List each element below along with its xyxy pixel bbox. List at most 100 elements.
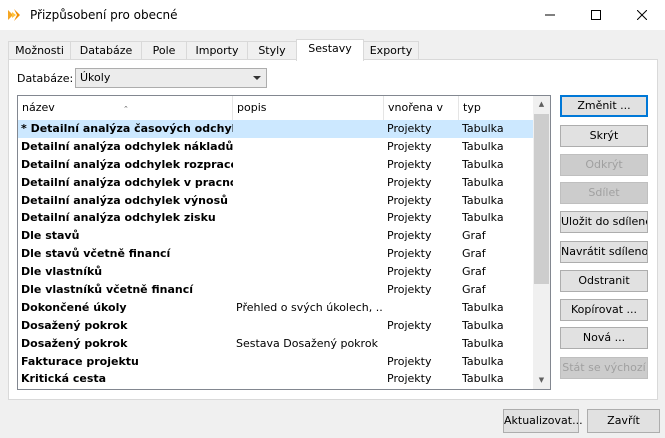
tab-databaze[interactable]: Databáze xyxy=(70,41,142,60)
reports-list[interactable]: název ⌃ popis vnořena v typ * Detailní a… xyxy=(17,95,551,390)
list-item[interactable]: Dle stavů Projekty Graf xyxy=(18,227,534,245)
app-logo-icon xyxy=(8,9,20,21)
database-select-value: Úkoly xyxy=(80,71,111,84)
report-type: Graf xyxy=(462,283,486,297)
close-button[interactable]: Zavřít xyxy=(587,409,660,433)
minimize-icon xyxy=(545,14,555,16)
report-embedded-in: Projekty xyxy=(387,247,432,261)
report-name: Detailní analýza odchylek zisku xyxy=(21,211,216,225)
share-button[interactable]: Sdílet xyxy=(560,182,648,204)
report-embedded-in: Projekty xyxy=(387,211,432,225)
list-item[interactable]: Kritická cesta Projekty Tabulka xyxy=(18,370,534,388)
list-item[interactable]: Dle vlastníků včetně financí Projekty Graf xyxy=(18,281,534,299)
report-embedded-in: Projekty xyxy=(387,372,432,386)
list-item[interactable]: Dokončené úkoly Přehled o svých úkolech, … xyxy=(18,299,534,317)
report-embedded-in: Projekty xyxy=(387,283,432,297)
hide-button[interactable]: Skrýt xyxy=(560,125,648,147)
report-description xyxy=(236,370,382,388)
report-embedded-in: Projekty xyxy=(387,157,432,171)
column-header-name[interactable]: název ⌃ xyxy=(18,96,233,120)
report-type: Tabulka xyxy=(462,318,504,332)
report-type: Tabulka xyxy=(462,193,504,207)
report-embedded-in: Projekty xyxy=(387,265,432,279)
title-bar: Přizpůsobení pro obecné xyxy=(0,0,665,30)
scroll-down-icon[interactable]: ▼ xyxy=(533,372,550,389)
copy-button[interactable]: Kopírovat ... xyxy=(560,299,648,321)
list-item[interactable]: Detailní analýza odchylek v pracnosti Pro… xyxy=(18,174,534,192)
scroll-thumb[interactable] xyxy=(534,114,549,284)
tab-styly[interactable]: Styly xyxy=(247,41,297,60)
report-embedded-in: Projekty xyxy=(387,229,432,243)
list-item[interactable]: Detailní analýza odchylek nákladů Projekt… xyxy=(18,138,534,156)
report-name: Dle stavů včetně financí xyxy=(21,247,171,261)
list-item[interactable]: Dle vlastníků Projekty Graf xyxy=(18,263,534,281)
list-item[interactable]: Dle stavů včetně financí Projekty Graf xyxy=(18,245,534,263)
report-type: Tabulka xyxy=(462,372,504,386)
column-header-type[interactable]: typ xyxy=(459,96,534,120)
list-item[interactable]: Fakturace projektu Projekty Tabulka xyxy=(18,353,534,371)
report-description xyxy=(236,353,382,371)
report-description xyxy=(236,281,382,299)
vertical-scrollbar[interactable]: ▲ ▼ xyxy=(533,96,550,389)
report-description xyxy=(236,209,382,227)
report-type: Graf xyxy=(462,247,486,261)
report-type: Tabulka xyxy=(462,157,504,171)
scroll-up-icon[interactable]: ▲ xyxy=(533,96,550,113)
unhide-button[interactable]: Odkrýt xyxy=(560,154,648,176)
chevron-down-icon xyxy=(253,76,261,80)
tab-moznosti[interactable]: Možnosti xyxy=(8,41,71,60)
tab-importy[interactable]: Importy xyxy=(186,41,248,60)
list-item[interactable]: Dosažený pokrok Sestava Dosažený pokrok .… xyxy=(18,335,534,353)
list-item[interactable]: Detailní analýza odchylek výnosů Projekty… xyxy=(18,192,534,210)
window-title: Přizpůsobení pro obecné xyxy=(30,8,178,22)
column-header-description[interactable]: popis xyxy=(233,96,384,120)
report-type: Tabulka xyxy=(462,175,504,189)
list-item[interactable]: Dosažený pokrok Projekty Tabulka xyxy=(18,317,534,335)
report-embedded-in: Projekty xyxy=(387,318,432,332)
change-button[interactable]: Změnit ... xyxy=(560,95,648,117)
tab-sestavy[interactable]: Sestavy xyxy=(296,39,364,61)
report-description xyxy=(236,317,382,335)
report-description xyxy=(236,245,382,263)
report-embedded-in: Projekty xyxy=(387,175,432,189)
refresh-button[interactable]: Aktualizovat... xyxy=(503,409,583,433)
column-header-embedded[interactable]: vnořena v xyxy=(384,96,459,120)
database-select[interactable]: Úkoly xyxy=(75,68,267,88)
report-description xyxy=(236,227,382,245)
report-type: Tabulka xyxy=(462,300,504,314)
report-name: Detailní analýza odchylek výnosů xyxy=(21,193,228,207)
list-header: název ⌃ popis vnořena v typ xyxy=(18,96,534,120)
report-embedded-in: Projekty xyxy=(387,139,432,153)
tab-exporty[interactable]: Exporty xyxy=(363,41,419,60)
report-name: Dle vlastníků xyxy=(21,265,103,279)
report-type: Graf xyxy=(462,265,486,279)
list-rows: * Detailní analýza časových odchylek Proj… xyxy=(18,120,534,388)
tab-pole[interactable]: Pole xyxy=(141,41,187,60)
close-icon xyxy=(637,10,647,20)
column-name-label: název xyxy=(22,101,55,114)
delete-button[interactable]: Odstranit xyxy=(560,270,648,292)
list-item[interactable]: Detailní analýza odchylek zisku Projekty T… xyxy=(18,209,534,227)
save-to-shared-button[interactable]: Uložit do sdílené xyxy=(560,211,648,233)
report-description xyxy=(236,120,382,138)
report-type: Tabulka xyxy=(462,336,504,350)
report-description: Přehled o svých úkolech, ... xyxy=(236,300,382,314)
new-button[interactable]: Nová ... xyxy=(560,327,648,349)
report-description xyxy=(236,174,382,192)
report-embedded-in xyxy=(387,299,459,317)
list-item[interactable]: * Detailní analýza časových odchylek Proj… xyxy=(18,120,534,138)
close-window-button[interactable] xyxy=(619,0,665,30)
report-name: * Detailní analýza časových odchylek xyxy=(21,122,233,135)
restore-shared-button[interactable]: Navrátit sdílenou xyxy=(560,241,648,263)
list-item[interactable]: Detailní analýza odchylek rozpraco... Pro… xyxy=(18,156,534,174)
report-description: Sestava Dosažený pokrok ... xyxy=(236,336,382,350)
report-name: Dle stavů xyxy=(21,229,80,243)
minimize-button[interactable] xyxy=(527,0,573,30)
report-description xyxy=(236,138,382,156)
report-embedded-in: Projekty xyxy=(387,122,432,135)
report-description xyxy=(236,192,382,210)
maximize-button[interactable] xyxy=(573,0,619,30)
report-embedded-in xyxy=(387,335,459,353)
report-embedded-in: Projekty xyxy=(387,193,432,207)
set-default-button[interactable]: Stát se výchozí xyxy=(560,357,648,379)
